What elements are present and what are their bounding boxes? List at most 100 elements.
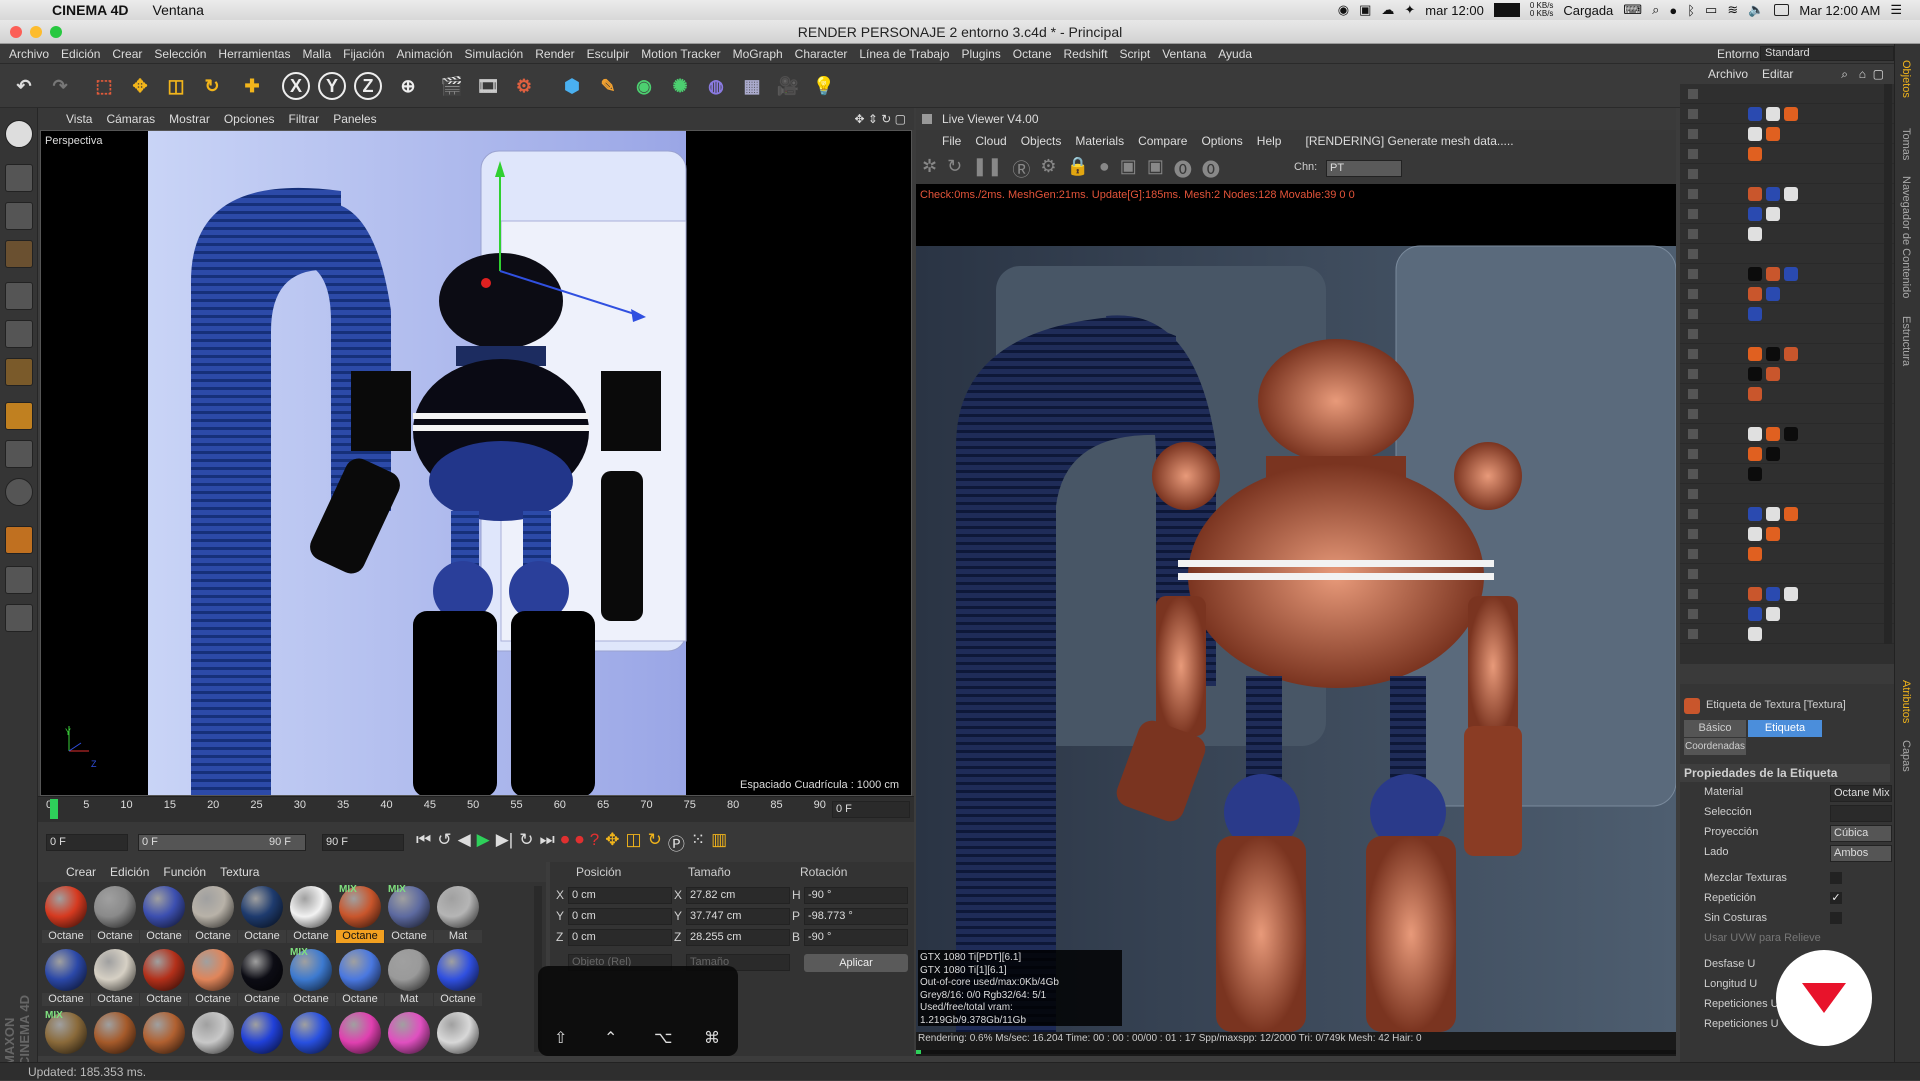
object-row[interactable] bbox=[1680, 484, 1894, 504]
menu-mograph[interactable]: MoGraph bbox=[733, 47, 783, 61]
material-menu-funcion[interactable]: Función bbox=[163, 865, 206, 879]
menu-octane[interactable]: Octane bbox=[1013, 47, 1052, 61]
tag-icon[interactable] bbox=[1766, 367, 1780, 381]
object-row[interactable] bbox=[1680, 104, 1894, 124]
tag-icon[interactable] bbox=[1784, 267, 1798, 281]
object-row[interactable] bbox=[1680, 204, 1894, 224]
render-settings-icon[interactable]: ⚙ bbox=[508, 70, 540, 102]
tag-icon[interactable] bbox=[1784, 427, 1798, 441]
perspective-viewport[interactable]: Perspectiva Y Z Espaciado Cuadrícula : 1… bbox=[40, 130, 912, 796]
viewport-menu-filtrar[interactable]: Filtrar bbox=[289, 112, 320, 126]
visibility-dots-icon[interactable] bbox=[1688, 169, 1698, 179]
lv-save-image-icon[interactable]: ▣ bbox=[1120, 156, 1137, 182]
material-swatch[interactable] bbox=[94, 1012, 136, 1054]
key-position-icon[interactable]: ✥ bbox=[605, 830, 619, 855]
material-swatch[interactable] bbox=[94, 949, 136, 991]
menu-edicion[interactable]: Edición bbox=[61, 47, 100, 61]
tag-icon[interactable] bbox=[1766, 607, 1780, 621]
lv-region-icon[interactable]: Ⓡ bbox=[1012, 156, 1030, 182]
side-tab-estructura[interactable]: Estructura bbox=[1900, 316, 1912, 366]
tab-basico[interactable]: Básico bbox=[1684, 720, 1746, 737]
pen-spline-icon[interactable]: ✎ bbox=[592, 70, 624, 102]
x-axis-icon[interactable]: X bbox=[282, 72, 310, 100]
menu-motion-tracker[interactable]: Motion Tracker bbox=[641, 47, 720, 61]
live-render-view[interactable] bbox=[916, 206, 1676, 1032]
x-gizmo-handle[interactable] bbox=[481, 278, 491, 288]
close-window-button[interactable] bbox=[10, 26, 22, 38]
prev-frame-icon[interactable]: ◀ bbox=[458, 830, 471, 855]
rotate-icon[interactable]: ↻ bbox=[196, 70, 228, 102]
y-axis-icon[interactable]: Y bbox=[318, 72, 346, 100]
material-swatch[interactable] bbox=[241, 1012, 283, 1054]
object-row[interactable] bbox=[1680, 124, 1894, 144]
prop-lado-value[interactable]: Ambos bbox=[1830, 845, 1892, 862]
tag-icon[interactable] bbox=[1766, 587, 1780, 601]
tag-icon[interactable] bbox=[1748, 627, 1762, 641]
om-menu-editar[interactable]: Editar bbox=[1762, 67, 1793, 81]
tag-icon[interactable] bbox=[1748, 207, 1762, 221]
object-row[interactable] bbox=[1680, 304, 1894, 324]
goto-start-icon[interactable]: ⏮ bbox=[416, 830, 431, 855]
material-swatch[interactable] bbox=[192, 1012, 234, 1054]
tag-icon[interactable] bbox=[1784, 507, 1798, 521]
tag-icon[interactable] bbox=[1766, 107, 1780, 121]
key-scale-icon[interactable]: ◫ bbox=[626, 830, 642, 855]
tag-icon[interactable] bbox=[1748, 267, 1762, 281]
workplane-mode-icon[interactable] bbox=[5, 240, 33, 268]
object-row[interactable] bbox=[1680, 624, 1894, 644]
om-menu-archivo[interactable]: Archivo bbox=[1708, 67, 1748, 81]
bluetooth-icon[interactable]: ᛒ bbox=[1687, 3, 1695, 18]
menu-plugins[interactable]: Plugins bbox=[961, 47, 1000, 61]
visibility-dots-icon[interactable] bbox=[1688, 129, 1698, 139]
menu-animacion[interactable]: Animación bbox=[397, 47, 453, 61]
end-frame-field[interactable]: 90 F bbox=[322, 834, 404, 851]
range-slider[interactable]: 0 F 90 F bbox=[138, 834, 306, 851]
tag-icon[interactable] bbox=[1784, 587, 1798, 601]
prop-seleccion-value[interactable] bbox=[1830, 805, 1892, 822]
key-rotation-icon[interactable]: ↻ bbox=[648, 830, 662, 855]
viewport-menu-opciones[interactable]: Opciones bbox=[224, 112, 275, 126]
command-key-icon[interactable]: ⌘ bbox=[704, 1028, 720, 1048]
tag-icon[interactable] bbox=[1748, 367, 1762, 381]
polygons-mode-icon[interactable] bbox=[5, 358, 33, 386]
tag-icon[interactable] bbox=[1748, 287, 1762, 301]
menu-render[interactable]: Render bbox=[535, 47, 574, 61]
next-frame-icon[interactable]: ▶| bbox=[496, 830, 514, 855]
viewport-camera-name[interactable]: Perspectiva bbox=[45, 135, 102, 147]
selection-icon[interactable]: ⬚ bbox=[88, 70, 120, 102]
visibility-dots-icon[interactable] bbox=[1688, 589, 1698, 599]
mac-menu-ventana[interactable]: Ventana bbox=[153, 2, 204, 18]
axis-mode-icon[interactable] bbox=[5, 402, 33, 430]
tag-icon[interactable] bbox=[1766, 207, 1780, 221]
object-row[interactable] bbox=[1680, 524, 1894, 544]
object-row[interactable] bbox=[1680, 344, 1894, 364]
tag-icon[interactable] bbox=[1748, 387, 1762, 401]
material-swatch[interactable] bbox=[339, 1012, 381, 1054]
move-icon[interactable]: ✥ bbox=[124, 70, 156, 102]
material-label[interactable]: Octane bbox=[336, 993, 384, 1006]
visibility-dots-icon[interactable] bbox=[1688, 89, 1698, 99]
goto-end-icon[interactable]: ⏭ bbox=[539, 830, 554, 855]
prop-proyeccion-value[interactable]: Cúbica bbox=[1830, 825, 1892, 842]
viewport-menu-mostrar[interactable]: Mostrar bbox=[169, 112, 210, 126]
object-row[interactable] bbox=[1680, 364, 1894, 384]
coords-size-z[interactable]: 28.255 cm bbox=[686, 929, 790, 946]
tag-icon[interactable] bbox=[1766, 427, 1780, 441]
lv-material-preview-icon[interactable]: ● bbox=[1099, 156, 1110, 182]
material-label[interactable]: Octane bbox=[287, 930, 335, 943]
material-swatch[interactable] bbox=[339, 949, 381, 991]
viewport-nav-icons[interactable]: ✥ ⇕ ↻ ▢ bbox=[854, 112, 906, 126]
object-row[interactable] bbox=[1680, 144, 1894, 164]
coords-rot-p[interactable]: -98.773 ° bbox=[804, 908, 908, 925]
zoom-window-button[interactable] bbox=[50, 26, 62, 38]
cloner-icon[interactable]: ✺ bbox=[664, 70, 696, 102]
playhead[interactable] bbox=[50, 799, 58, 819]
mac-clock[interactable]: Mar 12:00 AM bbox=[1799, 3, 1880, 18]
tag-icon[interactable] bbox=[1748, 527, 1762, 541]
material-swatch[interactable] bbox=[143, 886, 185, 928]
material-label[interactable]: Octane bbox=[140, 993, 188, 1006]
lv-send-scene-icon[interactable]: ✲ bbox=[922, 156, 937, 182]
visibility-dots-icon[interactable] bbox=[1688, 569, 1698, 579]
lv-pick-material-icon[interactable]: ⓿ bbox=[1202, 156, 1220, 182]
edges-mode-icon[interactable] bbox=[5, 320, 33, 348]
